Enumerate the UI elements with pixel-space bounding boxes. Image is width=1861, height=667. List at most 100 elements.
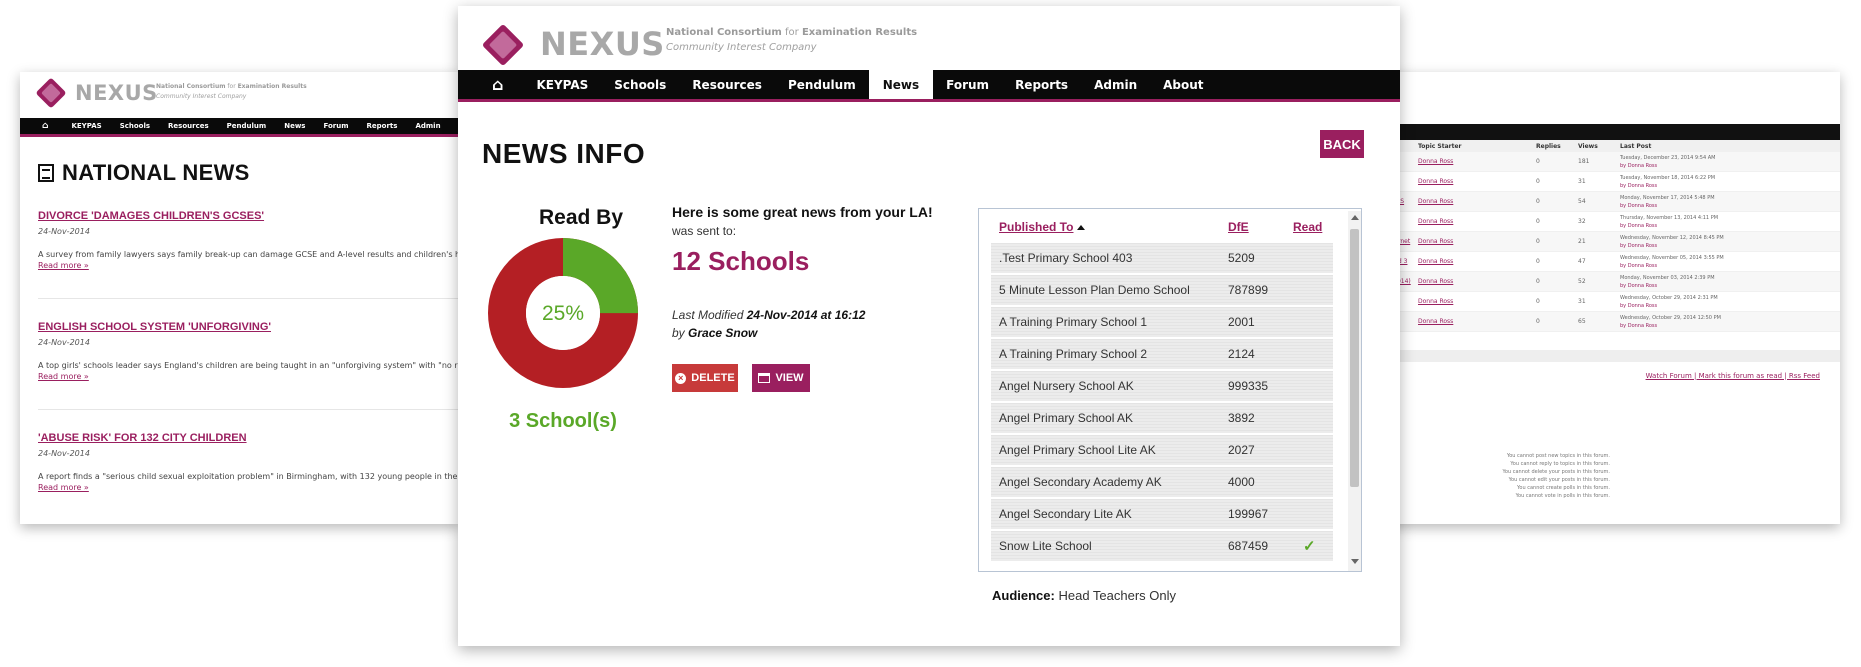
article-title[interactable]: ENGLISH SCHOOL SYSTEM 'UNFORGIVING' <box>38 321 458 333</box>
last-post-date: Monday, November 03, 2014 2:39 PM <box>1620 274 1715 281</box>
nav-admin[interactable]: Admin <box>1081 70 1150 99</box>
article-divider <box>38 409 458 410</box>
topic-starter-link[interactable]: Donna Ross <box>1418 318 1536 325</box>
left-nav-forum[interactable]: Forum <box>314 118 357 134</box>
published-to-table: Published To DfE Read .Test Primary Scho… <box>978 208 1362 572</box>
nav-pendulum[interactable]: Pendulum <box>775 70 869 99</box>
read-more-link[interactable]: Read more » <box>38 261 458 270</box>
topic-starter-link[interactable]: Donna Ross <box>1418 238 1536 245</box>
brand-subtitle: National Consortium for Examination Resu… <box>156 83 307 100</box>
last-post-date: Thursday, November 13, 2014 4:11 PM <box>1620 214 1719 221</box>
brand-name: NEXUS <box>540 25 665 63</box>
table-row: A Training Primary School 2 2124 <box>991 339 1333 369</box>
left-nav-resources[interactable]: Resources <box>159 118 218 134</box>
topic-starter-link[interactable]: Donna Ross <box>1418 258 1536 265</box>
last-post-author[interactable]: by Donna Ross <box>1620 162 1820 170</box>
back-button[interactable]: BACK <box>1320 130 1364 158</box>
nav-about[interactable]: About <box>1150 70 1216 99</box>
scroll-up-arrow-icon[interactable] <box>1351 215 1359 220</box>
topic-starter-link[interactable]: Donna Ross <box>1418 158 1536 165</box>
newspaper-icon <box>38 164 54 182</box>
school-dfe: 5209 <box>1228 251 1255 265</box>
topic-starter-link[interactable]: Donna Ross <box>1418 198 1536 205</box>
views-count: 65 <box>1578 318 1586 325</box>
left-nav-schools[interactable]: Schools <box>111 118 159 134</box>
sort-ascending-icon <box>1077 225 1086 231</box>
forum-row: y Stage 2 and 3Donna Ross047Wednesday, N… <box>1360 252 1840 272</box>
main-navbar: ⌂ KEYPAS Schools Resources Pendulum News… <box>458 70 1400 102</box>
window-icon <box>758 373 771 383</box>
sort-dfe[interactable]: DfE <box>1228 220 1249 234</box>
last-post-date: Tuesday, November 18, 2014 6:22 PM <box>1620 174 1716 181</box>
nav-news[interactable]: News <box>868 70 934 99</box>
article-summary: A top girls' schools leader says England… <box>38 361 460 370</box>
national-news-panel: NEXUS National Consortium for Examinatio… <box>20 72 460 524</box>
last-post: Wednesday, November 12, 2014 8:45 PM by D… <box>1620 234 1820 250</box>
topic-starter-link[interactable]: Donna Ross <box>1418 278 1536 285</box>
delete-circle-icon: × <box>675 372 687 384</box>
news-headline: Here is some great news from your LA! <box>672 204 933 220</box>
table-row: A Training Primary School 1 2001 <box>991 307 1333 337</box>
table-row: Angel Secondary Academy AK 4000 <box>991 467 1333 497</box>
school-name: Angel Nursery School AK <box>999 379 1134 393</box>
last-post-author[interactable]: by Donna Ross <box>1620 202 1820 210</box>
forum-row: 2 statutoryDonna Ross065Wednesday, Octob… <box>1360 312 1840 332</box>
forum-panel: Topic Starter Replies Views Last Post Do… <box>1360 72 1840 524</box>
article-summary: A report finds a "serious child sexual e… <box>38 472 460 481</box>
school-dfe: 787899 <box>1228 283 1269 297</box>
nav-keypas[interactable]: KEYPAS <box>523 70 601 99</box>
sort-read[interactable]: Read <box>1293 220 1322 234</box>
read-more-link[interactable]: Read more » <box>38 483 458 492</box>
read-more-link[interactable]: Read more » <box>38 372 458 381</box>
left-nav-admin[interactable]: Admin <box>406 118 449 134</box>
nexus-logo-icon <box>481 23 525 67</box>
article-title[interactable]: DIVORCE 'DAMAGES CHILDREN'S GCSES' <box>38 210 458 222</box>
left-nav-pendulum[interactable]: Pendulum <box>218 118 276 134</box>
schools-read-count: 3 School(s) <box>509 410 617 432</box>
views-count: 31 <box>1578 298 1586 305</box>
replies-count: 0 <box>1536 298 1540 305</box>
topic-starter-link[interactable]: Donna Ross <box>1418 218 1536 225</box>
replies-count: 0 <box>1536 158 1540 165</box>
news-article: 'ABUSE RISK' FOR 132 CITY CHILDREN 24-No… <box>38 432 460 492</box>
view-button[interactable]: VIEW <box>752 364 810 392</box>
delete-button[interactable]: × DELETE <box>672 364 738 392</box>
table-row: Snow Lite School 687459 ✓ <box>991 531 1333 561</box>
table-scrollbar[interactable] <box>1348 211 1361 571</box>
school-name: Snow Lite School <box>999 539 1092 553</box>
nav-schools[interactable]: Schools <box>601 70 679 99</box>
last-post: Tuesday, November 18, 2014 6:22 PM by Don… <box>1620 174 1820 190</box>
home-icon[interactable]: ⌂ <box>20 118 62 134</box>
article-title[interactable]: 'ABUSE RISK' FOR 132 CITY CHILDREN <box>38 432 458 444</box>
last-post-author[interactable]: by Donna Ross <box>1620 262 1820 270</box>
last-post-author[interactable]: by Donna Ross <box>1620 282 1820 290</box>
read-by-label: Read By <box>538 206 624 229</box>
left-nav-news[interactable]: News <box>275 118 314 134</box>
sent-schools-count: 12 Schools <box>672 246 810 276</box>
article-date: 24-Nov-2014 <box>38 449 90 458</box>
left-nav-reports[interactable]: Reports <box>358 118 407 134</box>
news-article: ENGLISH SCHOOL SYSTEM 'UNFORGIVING' 24-N… <box>38 321 460 381</box>
nav-resources[interactable]: Resources <box>679 70 775 99</box>
last-post: Wednesday, October 29, 2014 2:31 PM by Do… <box>1620 294 1820 310</box>
nav-forum[interactable]: Forum <box>933 70 1002 99</box>
nav-reports[interactable]: Reports <box>1002 70 1081 99</box>
views-count: 31 <box>1578 178 1586 185</box>
last-post-date: Monday, November 17, 2014 5:48 PM <box>1620 194 1715 201</box>
home-icon[interactable]: ⌂ <box>458 70 523 99</box>
replies-count: 0 <box>1536 258 1540 265</box>
last-post-author[interactable]: by Donna Ross <box>1620 322 1820 330</box>
forum-permissions: You cannot post new topics in this forum… <box>1490 452 1611 500</box>
forum-navbar <box>1360 124 1840 140</box>
last-post-author[interactable]: by Donna Ross <box>1620 182 1820 190</box>
sort-published-to[interactable]: Published To <box>999 220 1086 234</box>
left-nav-keypas[interactable]: KEYPAS <box>62 118 110 134</box>
topic-starter-link[interactable]: Donna Ross <box>1418 178 1536 185</box>
last-post-author[interactable]: by Donna Ross <box>1620 222 1820 230</box>
scroll-down-arrow-icon[interactable] <box>1351 559 1359 564</box>
forum-actions-links[interactable]: Watch Forum | Mark this forum as read | … <box>1646 372 1820 380</box>
scroll-thumb[interactable] <box>1350 229 1359 487</box>
last-post-author[interactable]: by Donna Ross <box>1620 242 1820 250</box>
last-post-author[interactable]: by Donna Ross <box>1620 302 1820 310</box>
topic-starter-link[interactable]: Donna Ross <box>1418 298 1536 305</box>
